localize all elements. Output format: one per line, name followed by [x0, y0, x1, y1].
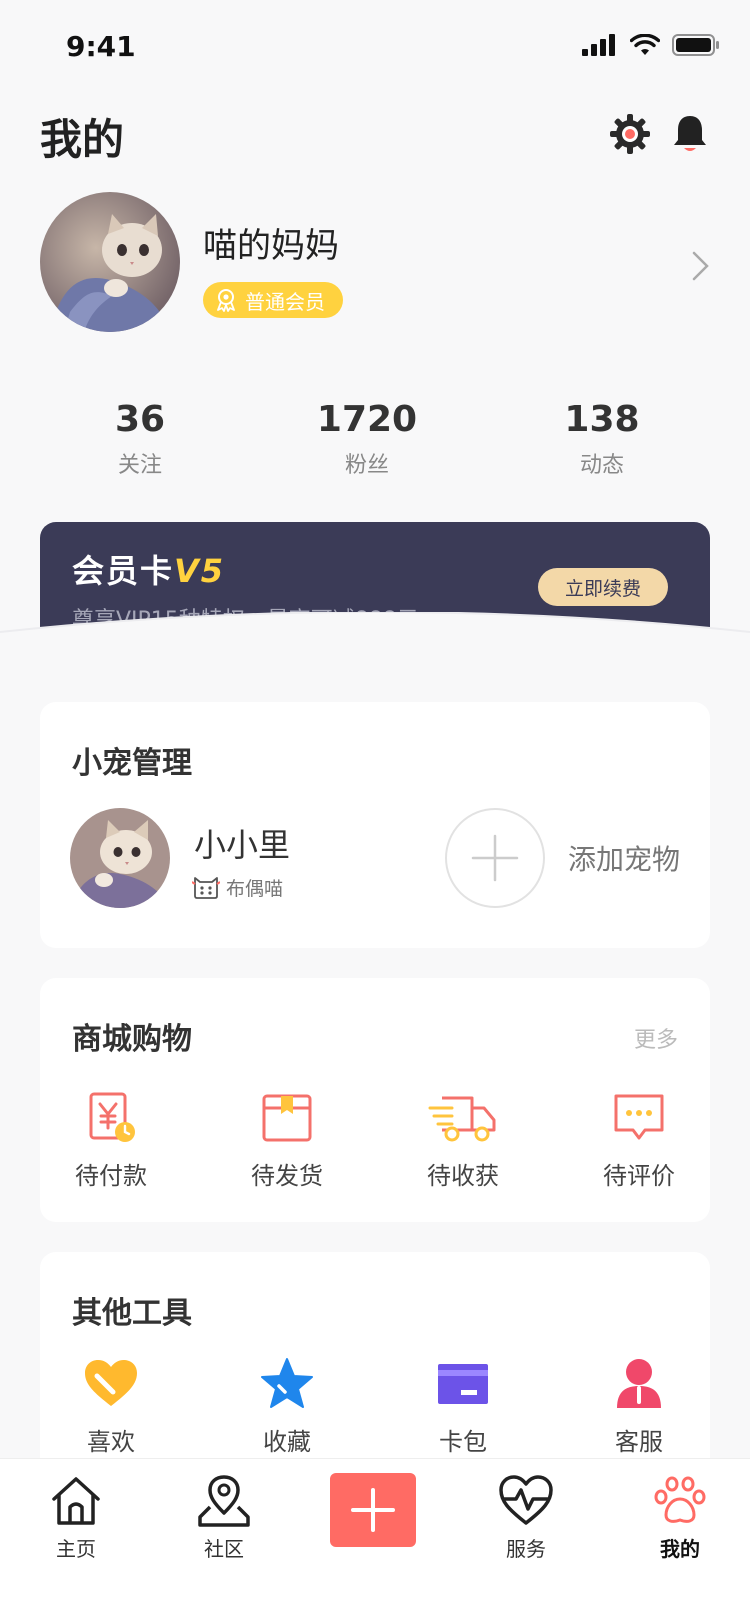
- vip-title: 会员卡V5: [72, 546, 225, 592]
- home-icon: [52, 1477, 100, 1525]
- pet-card-title: 小宠管理: [72, 746, 192, 781]
- profile-name: 喵的妈妈: [203, 226, 339, 266]
- tab-mine[interactable]: 我的: [630, 1473, 730, 1562]
- wifi-icon: [630, 34, 660, 55]
- tool-support[interactable]: 客服: [574, 1356, 704, 1457]
- grid-label: 待收获: [427, 1162, 499, 1190]
- vip-title-text: 会员卡: [72, 552, 175, 590]
- tab-label: 社区: [204, 1537, 244, 1561]
- support-icon: [617, 1359, 661, 1408]
- grid-label: 待发货: [251, 1162, 323, 1190]
- package-icon: [262, 1094, 312, 1142]
- grid-label: 收藏: [263, 1428, 311, 1456]
- stat-value: 36: [114, 399, 166, 440]
- status-bar: 9:41: [0, 0, 750, 96]
- renew-button[interactable]: 立即续费: [538, 568, 668, 606]
- plus-icon: [351, 1488, 395, 1532]
- order-pending-review[interactable]: 待评价: [574, 1090, 704, 1191]
- pet-photo-icon: [70, 808, 170, 908]
- avatar[interactable]: [40, 192, 180, 332]
- status-time: 9:41: [66, 30, 136, 63]
- payment-icon: [89, 1092, 135, 1142]
- stat-label: 动态: [579, 453, 624, 479]
- add-pet-label[interactable]: 添加宠物: [568, 838, 680, 878]
- signal-icon: [582, 34, 615, 56]
- stat-following[interactable]: 36 关注: [50, 398, 230, 479]
- grid-label: 待付款: [75, 1162, 147, 1190]
- member-badge-label: 普通会员: [245, 289, 325, 314]
- stat-label: 关注: [117, 453, 162, 479]
- service-icon: [499, 1475, 553, 1525]
- stat-label: 粉丝: [344, 453, 389, 479]
- pet-breed: 布偶喵: [192, 874, 283, 901]
- grid-label: 客服: [615, 1428, 663, 1456]
- tab-service[interactable]: 服务: [476, 1473, 576, 1562]
- stat-value: 1720: [316, 399, 418, 440]
- order-pending-receipt[interactable]: 待收获: [398, 1090, 528, 1191]
- tool-wallet[interactable]: 卡包: [398, 1356, 528, 1457]
- shop-more-link[interactable]: 更多: [634, 1022, 678, 1054]
- battery-icon: [672, 34, 719, 56]
- tab-label: 主页: [56, 1537, 96, 1561]
- pet-avatar[interactable]: [70, 808, 170, 908]
- heart-icon: [85, 1360, 137, 1406]
- grid-label: 待评价: [603, 1162, 675, 1190]
- wallet-icon: [438, 1364, 488, 1404]
- add-pet-button[interactable]: [445, 808, 545, 908]
- tool-likes[interactable]: 喜欢: [46, 1356, 176, 1457]
- award-icon: [217, 289, 235, 312]
- tools-card-title: 其他工具: [72, 1296, 192, 1331]
- grid-label: 喜欢: [87, 1428, 135, 1456]
- grid-label: 卡包: [439, 1428, 487, 1456]
- stat-posts[interactable]: 138 动态: [512, 398, 692, 479]
- tab-label: 我的: [660, 1537, 700, 1561]
- shop-card: 商城购物 更多 待付款 待发货 待收获 待评价: [40, 978, 710, 1222]
- pet-breed-label: 布偶喵: [226, 878, 284, 900]
- gear-icon[interactable]: [608, 112, 652, 156]
- chevron-right-icon[interactable]: [690, 250, 712, 282]
- tool-favorites[interactable]: 收藏: [222, 1356, 352, 1457]
- member-badge[interactable]: 普通会员: [203, 282, 343, 318]
- tab-community[interactable]: 社区: [174, 1473, 274, 1562]
- pet-management-card: 小宠管理 小小里 布偶喵 添加宠物: [40, 702, 710, 948]
- bell-icon[interactable]: [668, 112, 712, 156]
- tab-label: 服务: [506, 1537, 546, 1561]
- comment-icon: [614, 1094, 664, 1140]
- plus-icon: [471, 834, 519, 882]
- tab-home[interactable]: 主页: [26, 1473, 126, 1562]
- vip-curve-divider: [0, 612, 750, 672]
- order-pending-shipment[interactable]: 待发货: [222, 1090, 352, 1191]
- cat-photo-icon: [40, 192, 180, 332]
- tab-bar: 主页 社区 服务 我的: [0, 1458, 750, 1624]
- truck-icon: [428, 1096, 496, 1142]
- cat-face-icon: [192, 876, 220, 899]
- shop-card-title: 商城购物: [72, 1022, 192, 1057]
- star-icon: [261, 1358, 313, 1408]
- stat-value: 138: [564, 399, 640, 440]
- pet-name: 小小里: [194, 826, 291, 864]
- paw-icon: [654, 1476, 706, 1523]
- stat-followers[interactable]: 1720 粉丝: [277, 398, 457, 479]
- tools-card: 其他工具 喜欢 收藏 卡包 客服: [40, 1252, 710, 1492]
- create-post-button[interactable]: [330, 1473, 416, 1547]
- order-pending-payment[interactable]: 待付款: [46, 1090, 176, 1191]
- community-icon: [198, 1475, 250, 1527]
- status-icons: [582, 34, 720, 56]
- vip-level: V5: [174, 552, 226, 590]
- page-title: 我的: [40, 115, 125, 164]
